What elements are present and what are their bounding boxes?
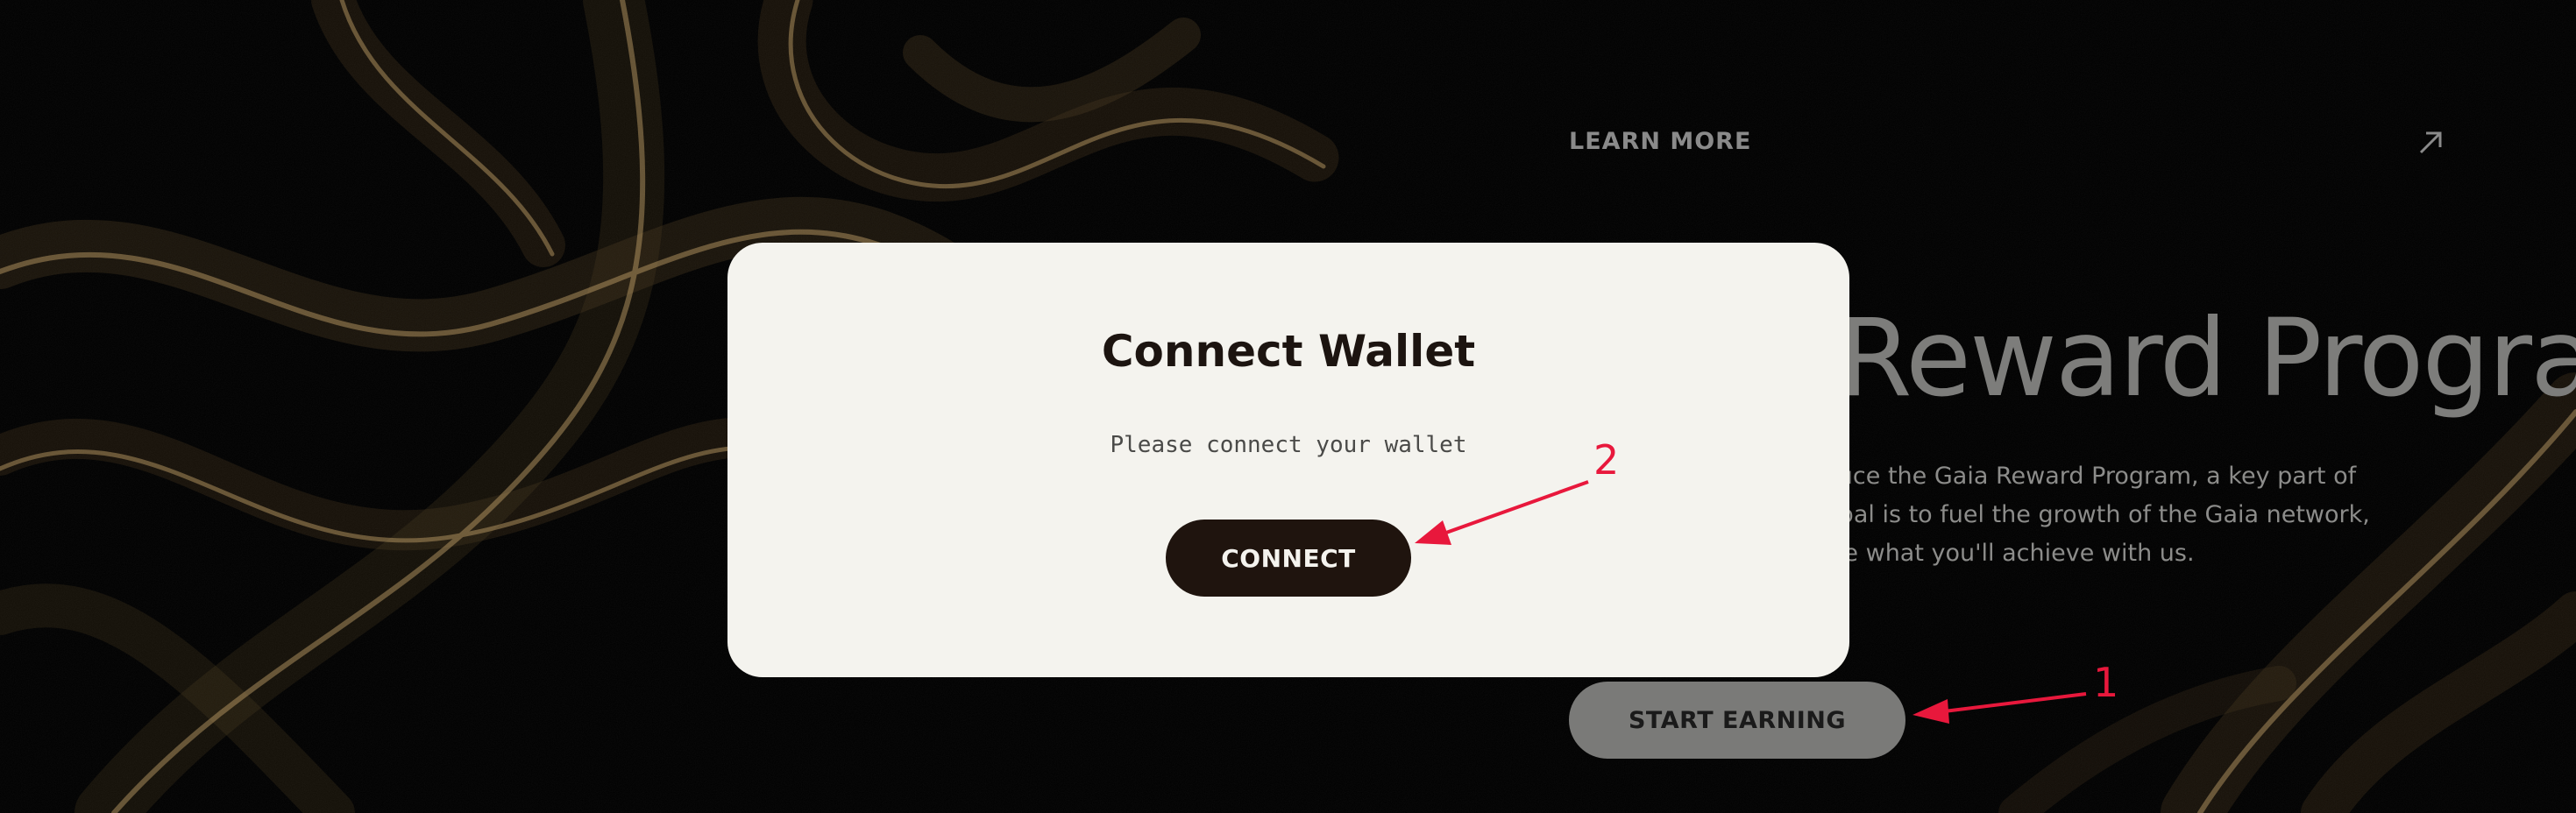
connect-button[interactable]: CONNECT [1166,520,1411,597]
start-earning-button[interactable]: START EARNING [1569,682,1905,759]
modal-subtitle: Please connect your wallet [1110,432,1467,458]
arrow-up-right-icon[interactable] [2416,128,2445,158]
modal-title: Connect Wallet [1101,326,1476,377]
annotation-label-2: 2 [1593,436,1620,484]
learn-more-link[interactable]: LEARN MORE [1569,128,1751,155]
annotation-label-1: 1 [2093,659,2119,706]
connect-wallet-modal: Connect Wallet Please connect your walle… [727,243,1849,677]
